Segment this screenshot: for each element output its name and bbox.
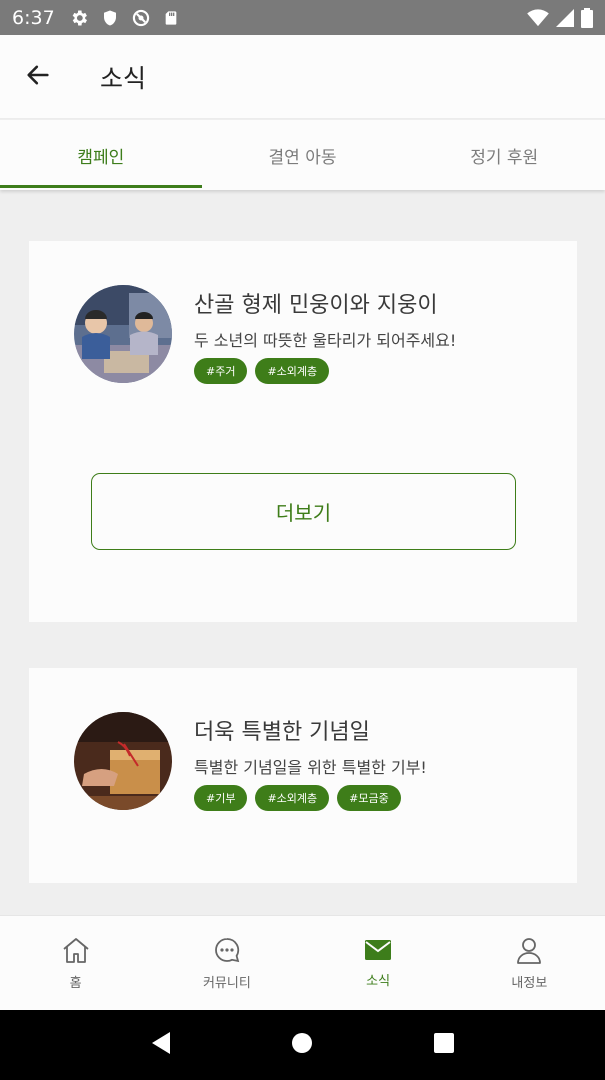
sync-icon xyxy=(131,8,151,28)
nav-news[interactable]: 소식 xyxy=(303,916,454,1010)
app-bar: 소식 xyxy=(0,35,605,119)
mail-icon xyxy=(364,938,392,962)
tag-list: #기부 #소외계층 #모금중 xyxy=(194,785,401,811)
tag-badge: #기부 xyxy=(194,785,248,811)
nav-community[interactable]: 커뮤니티 xyxy=(151,916,302,1010)
nav-label: 홈 xyxy=(69,975,82,991)
wifi-icon xyxy=(527,8,549,27)
system-nav-bar xyxy=(0,1010,605,1080)
tab-regular-donation[interactable]: 정기 후원 xyxy=(403,120,605,190)
campaign-thumbnail xyxy=(74,285,172,383)
chat-icon xyxy=(213,936,241,964)
nav-my-info[interactable]: 내정보 xyxy=(454,916,605,1010)
back-button[interactable] xyxy=(0,35,76,119)
tag-badge: #주거 xyxy=(194,358,248,384)
sd-card-icon xyxy=(163,8,179,28)
nav-home[interactable]: 홈 xyxy=(0,916,151,1010)
card-subtitle: 특별한 기념일을 위한 특별한 기부! xyxy=(194,758,427,777)
signal-icon xyxy=(555,8,575,27)
battery-icon xyxy=(581,7,593,28)
card-subtitle: 두 소년의 따뜻한 울타리가 되어주세요! xyxy=(194,331,457,350)
arrow-left-icon xyxy=(24,61,52,93)
status-right-icons xyxy=(527,7,593,28)
settings-icon xyxy=(69,8,89,28)
system-home-button[interactable] xyxy=(291,1032,313,1058)
tab-campaign[interactable]: 캠페인 xyxy=(0,120,202,190)
system-back-button[interactable] xyxy=(150,1031,172,1059)
nav-label: 소식 xyxy=(366,973,391,989)
tag-list: #주거 #소외계층 xyxy=(194,358,330,384)
tag-badge: #소외계층 xyxy=(255,785,330,811)
tab-sponsored-children[interactable]: 결연 아동 xyxy=(202,120,404,190)
tab-bar: 캠페인 결연 아동 정기 후원 xyxy=(0,120,605,190)
shield-icon xyxy=(101,8,119,28)
triangle-back-icon xyxy=(150,1031,172,1059)
more-button[interactable]: 더보기 xyxy=(91,473,516,550)
tag-badge: #모금중 xyxy=(337,785,401,811)
campaign-thumbnail xyxy=(74,712,172,810)
home-icon xyxy=(61,936,91,964)
circle-home-icon xyxy=(291,1032,313,1058)
news-list[interactable]: 산골 형제 민웅이와 지웅이 두 소년의 따뜻한 울타리가 되어주세요! #주거… xyxy=(0,190,605,915)
person-icon xyxy=(515,936,543,964)
card-title: 더욱 특별한 기념일 xyxy=(194,720,370,745)
campaign-card[interactable]: 더욱 특별한 기념일 특별한 기념일을 위한 특별한 기부! #기부 #소외계층… xyxy=(29,668,577,883)
system-recents-button[interactable] xyxy=(433,1032,455,1058)
page-title: 소식 xyxy=(100,63,147,93)
status-left-icons xyxy=(69,8,179,28)
tag-badge: #소외계층 xyxy=(255,358,330,384)
square-recents-icon xyxy=(433,1032,455,1058)
bottom-nav: 홈 커뮤니티 소식 내정보 xyxy=(0,915,605,1010)
status-bar: 6:37 xyxy=(0,0,605,35)
campaign-card[interactable]: 산골 형제 민웅이와 지웅이 두 소년의 따뜻한 울타리가 되어주세요! #주거… xyxy=(29,241,577,622)
nav-label: 커뮤니티 xyxy=(202,975,251,991)
status-time: 6:37 xyxy=(12,6,55,29)
card-title: 산골 형제 민웅이와 지웅이 xyxy=(194,293,438,318)
nav-label: 내정보 xyxy=(511,975,548,991)
